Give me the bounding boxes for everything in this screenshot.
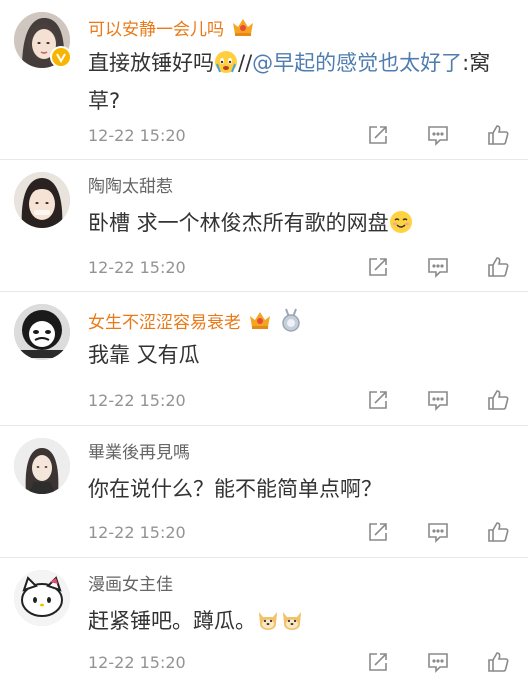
avatar[interactable] [14, 570, 70, 626]
emoji-icon [389, 210, 413, 244]
comment-icon[interactable] [425, 519, 451, 545]
username[interactable]: 漫画女主佳 [88, 574, 173, 596]
comment-text: 我靠 又有瓜 [88, 343, 200, 367]
emoji-icon [214, 50, 238, 84]
comment-text: 赶紧锤吧。蹲瓜。 [88, 604, 518, 642]
timestamp: 12-22 15:20 [88, 126, 186, 145]
comment-text: 卧槽 求一个林俊杰所有歌的网盘 [88, 206, 518, 244]
crown-badge-icon [247, 309, 273, 337]
username[interactable]: 女生不涩涩容易衰老 [88, 312, 241, 334]
comment-text: 你在说什么？能不能简单点啊？ [88, 477, 382, 501]
avatar[interactable] [14, 172, 70, 228]
like-icon[interactable] [485, 387, 511, 413]
timestamp: 12-22 15:20 [88, 653, 186, 672]
crown-badge-icon [230, 16, 256, 44]
verified-badge-icon [50, 46, 72, 68]
timestamp: 12-22 15:20 [88, 523, 186, 542]
share-icon[interactable] [365, 387, 391, 413]
comment-item: 陶陶太甜惹 卧槽 求一个林俊杰所有歌的网盘 12-22 15:20 [0, 160, 528, 292]
medal-badge-icon [279, 308, 303, 338]
doge-emoji-icon [280, 608, 304, 642]
like-icon[interactable] [485, 519, 511, 545]
comment-icon[interactable] [425, 122, 451, 148]
timestamp: 12-22 15:20 [88, 391, 186, 410]
comment-item: 可以安静一会儿吗 直接放锤好吗//@早起的感觉也太好了:窝草? 12-22 15… [0, 0, 528, 160]
avatar[interactable] [14, 438, 70, 494]
timestamp: 12-22 15:20 [88, 258, 186, 277]
share-icon[interactable] [365, 519, 391, 545]
comment-text: 直接放锤好吗//@早起的感觉也太好了:窝草? [88, 50, 491, 113]
comment-item: 女生不涩涩容易衰老 我靠 又有瓜 12-22 15:20 [0, 292, 528, 426]
comment-item: 畢業後再見嗎 你在说什么？能不能简单点啊？ 12-22 15:20 [0, 426, 528, 558]
comment-icon[interactable] [425, 387, 451, 413]
avatar[interactable] [14, 304, 70, 360]
comment-icon[interactable] [425, 254, 451, 280]
share-icon[interactable] [365, 254, 391, 280]
username[interactable]: 可以安静一会儿吗 [88, 19, 224, 41]
share-icon[interactable] [365, 649, 391, 675]
doge-emoji-icon [256, 608, 280, 642]
username[interactable]: 畢業後再見嗎 [88, 442, 190, 464]
comment-list: 可以安静一会儿吗 直接放锤好吗//@早起的感觉也太好了:窝草? 12-22 15… [0, 0, 528, 678]
like-icon[interactable] [485, 122, 511, 148]
comment-item: 漫画女主佳 赶紧锤吧。蹲瓜。 12-22 15:20 [0, 558, 528, 678]
mention-link[interactable]: @早起的感觉也太好了 [252, 51, 462, 75]
like-icon[interactable] [485, 649, 511, 675]
comment-icon[interactable] [425, 649, 451, 675]
username[interactable]: 陶陶太甜惹 [88, 176, 173, 198]
share-icon[interactable] [365, 122, 391, 148]
like-icon[interactable] [485, 254, 511, 280]
